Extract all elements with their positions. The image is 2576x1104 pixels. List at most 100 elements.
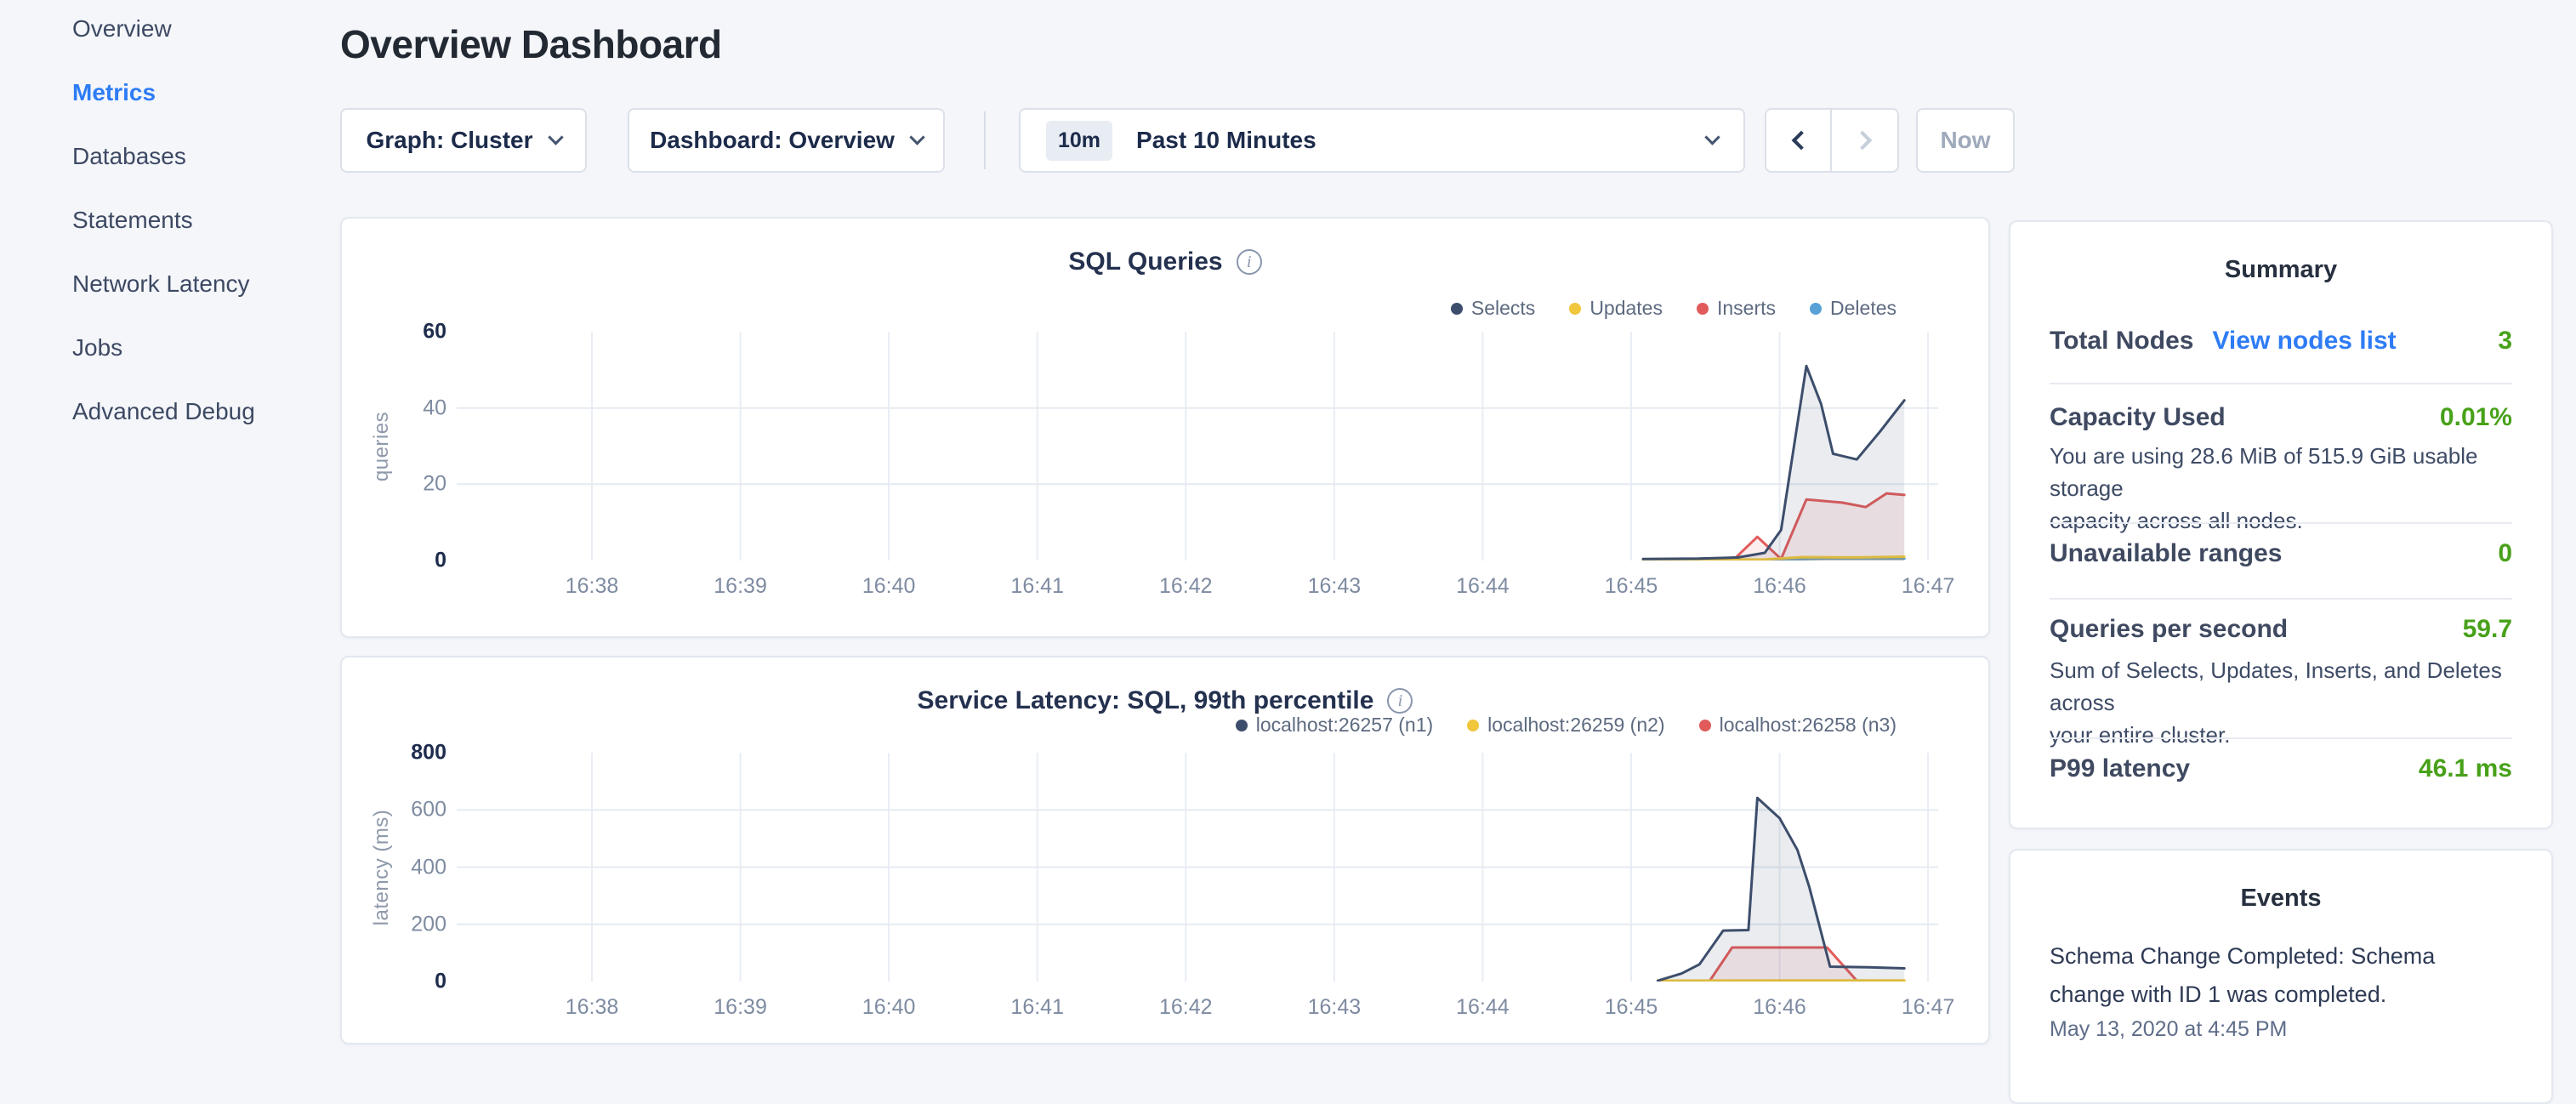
legend-label: Inserts [1717,297,1776,320]
x-tick-label: 16:40 [862,995,916,1020]
queries-per-second-label: Queries per second [2050,615,2288,644]
sidebar-item-network-latency[interactable]: Network Latency [72,272,340,296]
sidebar-item-jobs[interactable]: Jobs [72,336,340,360]
subtext-line: your entire cluster. [2050,719,2517,751]
y-tick-label: 0 [342,549,446,573]
y-axis-label: queries [370,412,394,481]
legend-item[interactable]: localhost:26257 (n1) [1236,714,1433,737]
legend-item[interactable]: Deletes [1810,297,1896,320]
time-range-selector[interactable]: 10m Past 10 Minutes [1019,108,1745,173]
chart-title-row: SQL Queries i [342,248,1988,276]
service-latency-chart-card: Service Latency: SQL, 99th percentile i … [340,656,1990,1044]
chart-title: SQL Queries [1068,248,1222,276]
time-step-button-group [1765,108,1899,173]
event-message-line: Schema Change Completed: Schema [2050,937,2517,976]
legend-item[interactable]: Selects [1451,297,1535,320]
x-tick-label: 16:39 [714,574,767,599]
chart-title: Service Latency: SQL, 99th percentile [918,686,1374,715]
divider [2050,383,2512,384]
sidebar-item-advanced-debug[interactable]: Advanced Debug [72,400,340,424]
x-tick-label: 16:42 [1159,995,1213,1020]
sql-queries-chart-card: SQL Queries i Selects Updates Inserts Delet… [340,217,1990,638]
series-dot-icon [1236,720,1248,731]
legend-label: Selects [1471,297,1535,320]
x-tick-label: 16:42 [1159,574,1213,599]
x-tick-label: 16:46 [1753,574,1806,599]
time-next-button[interactable] [1832,110,1897,171]
y-tick-label: 20 [342,472,446,497]
x-tick-label: 16:43 [1308,995,1362,1020]
unavailable-ranges-row: Unavailable ranges 0 [2050,539,2512,568]
subtext-line: Sum of Selects, Updates, Inserts, and De… [2050,654,2517,719]
now-button[interactable]: Now [1916,108,2015,173]
capacity-used-value: 0.01% [2440,403,2512,432]
x-tick-label: 16:39 [714,995,767,1020]
sidebar-item-statements[interactable]: Statements [72,208,340,232]
x-tick-label: 16:45 [1605,574,1658,599]
events-panel: Events Schema Change Completed: Schema c… [2009,849,2553,1104]
event-message-line: change with ID 1 was completed. [2050,976,2517,1014]
graph-dropdown-label: Graph: Cluster [366,127,532,154]
service-latency-plot[interactable] [457,753,1938,982]
series-dot-icon [1569,303,1581,315]
sidebar-item-databases[interactable]: Databases [72,145,340,168]
dashboard-dropdown-label: Dashboard: Overview [650,127,895,154]
series-dot-icon [1699,720,1711,731]
x-tick-label: 16:41 [1010,995,1064,1020]
subtext-line: capacity across all nodes. [2050,504,2517,537]
events-title: Events [2010,885,2551,913]
sql-queries-plot[interactable] [457,332,1938,561]
legend-label: localhost:26259 (n2) [1487,714,1664,737]
p99-latency-row: P99 latency 46.1 ms [2050,754,2512,783]
info-icon[interactable]: i [1237,249,1262,275]
event-item[interactable]: Schema Change Completed: Schema change w… [2050,937,2517,1014]
chart-legend: localhost:26257 (n1) localhost:26259 (n2)… [1236,714,1896,737]
y-tick-label: 200 [342,912,446,936]
sidebar-item-metrics[interactable]: Metrics [72,81,340,105]
y-tick-label: 0 [342,970,446,994]
capacity-used-label: Capacity Used [2050,403,2226,432]
sidebar-item-overview[interactable]: Overview [72,17,340,41]
total-nodes-row: Total Nodes View nodes list 3 [2050,327,2512,356]
legend-item[interactable]: localhost:26259 (n2) [1467,714,1664,737]
queries-per-second-value: 59.7 [2463,615,2512,644]
x-tick-label: 16:47 [1902,574,1955,599]
subtext-line: You are using 28.6 MiB of 515.9 GiB usab… [2050,440,2517,504]
time-prev-button[interactable] [1766,110,1832,171]
chevron-down-icon [1704,129,1720,145]
chevron-right-icon [1852,131,1872,151]
queries-per-second-subtext: Sum of Selects, Updates, Inserts, and De… [2050,654,2517,751]
graph-dropdown[interactable]: Graph: Cluster [340,108,587,173]
legend-label: Updates [1589,297,1663,320]
event-timestamp: May 13, 2020 at 4:45 PM [2050,1017,2287,1042]
x-tick-label: 16:44 [1456,574,1510,599]
y-tick-label: 600 [342,798,446,822]
series-dot-icon [1697,303,1709,315]
info-icon[interactable]: i [1387,688,1413,714]
x-tick-label: 16:38 [566,995,619,1020]
y-tick-label: 800 [342,741,446,765]
series-dot-icon [1451,303,1463,315]
total-nodes-label: Total Nodes [2050,327,2193,356]
x-tick-label: 16:47 [1902,995,1955,1020]
legend-item[interactable]: localhost:26258 (n3) [1699,714,1896,737]
legend-label: Deletes [1830,297,1896,320]
y-tick-label: 400 [342,855,446,879]
y-tick-label: 60 [342,320,446,344]
total-nodes-value: 3 [2498,327,2512,356]
time-range-label: Past 10 Minutes [1136,127,1316,154]
view-nodes-list-link[interactable]: View nodes list [2212,327,2396,356]
legend-item[interactable]: Inserts [1697,297,1776,320]
divider [2050,522,2512,524]
series-dot-icon [1467,720,1479,731]
dashboard-dropdown[interactable]: Dashboard: Overview [628,108,945,173]
x-tick-label: 16:41 [1010,574,1064,599]
chevron-down-icon [548,129,563,145]
p99-latency-label: P99 latency [2050,754,2190,783]
legend-label: localhost:26257 (n1) [1256,714,1433,737]
legend-item[interactable]: Updates [1569,297,1663,320]
x-tick-label: 16:40 [862,574,916,599]
chevron-left-icon [1791,131,1811,151]
x-tick-label: 16:45 [1605,995,1658,1020]
divider [984,111,986,169]
